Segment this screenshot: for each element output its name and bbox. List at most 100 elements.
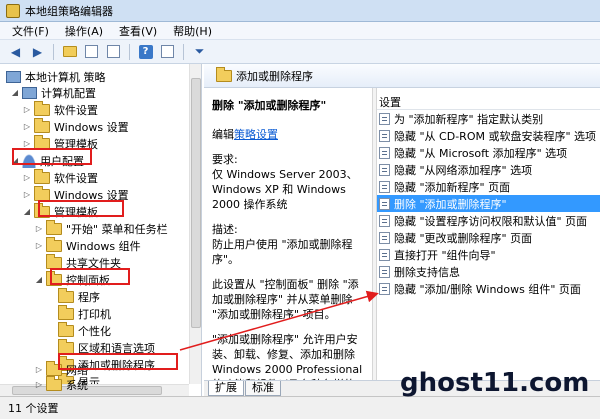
edit-policy-link[interactable]: 策略设置 bbox=[234, 128, 278, 141]
status-text: 11 个设置 bbox=[8, 402, 59, 415]
tab-extended[interactable]: 扩展 bbox=[208, 381, 244, 396]
tree-item-system-visible[interactable]: ▷ 系统 bbox=[34, 375, 88, 393]
expand-arrow-icon[interactable]: ▷ bbox=[22, 190, 32, 199]
tree-item-printers[interactable]: 打印机 bbox=[46, 304, 111, 322]
tree-item-local-computer-policy[interactable]: 本地计算机 策略 bbox=[4, 68, 106, 85]
expand-arrow-icon[interactable]: ▷ bbox=[22, 173, 32, 182]
policy-setting-icon bbox=[379, 129, 390, 142]
collapse-arrow-icon[interactable]: ◢ bbox=[10, 88, 20, 97]
policy-editor-app-icon bbox=[6, 3, 20, 18]
title-bar: 本地组策略编辑器 bbox=[0, 0, 600, 22]
details-header-title: 添加或删除程序 bbox=[236, 69, 313, 83]
description-para-2: "添加或删除程序" 允许用户安装、卸载、修复、添加和删除 Windows 200… bbox=[212, 333, 363, 380]
tree-item-user-software-settings[interactable]: ▷ 软件设置 bbox=[22, 168, 98, 186]
tree-vertical-scrollbar[interactable] bbox=[189, 64, 201, 384]
annotation-box-admin-templates bbox=[38, 200, 124, 217]
policy-setting-icon bbox=[379, 180, 390, 193]
folder-icon bbox=[34, 100, 50, 116]
policy-title: 删除 "添加或删除程序" bbox=[212, 99, 327, 112]
site-watermark: ghost11.com bbox=[400, 368, 590, 398]
details-header: 添加或删除程序 bbox=[204, 64, 600, 88]
back-arrow-icon[interactable]: ◀ bbox=[6, 42, 25, 61]
help-icon[interactable]: ? bbox=[136, 42, 155, 61]
settings-column-header[interactable]: 设置 bbox=[377, 88, 600, 110]
computer-policy-icon bbox=[6, 70, 21, 83]
list-item[interactable]: 直接打开 "组件向导" bbox=[377, 246, 600, 263]
export-list-icon[interactable] bbox=[104, 42, 123, 61]
collapse-arrow-icon[interactable]: ◢ bbox=[34, 275, 44, 284]
folder-icon bbox=[46, 253, 62, 269]
list-item[interactable]: 为 "添加新程序" 指定默认类别 bbox=[377, 110, 600, 127]
scroll-thumb[interactable] bbox=[191, 78, 201, 328]
up-folder-icon[interactable] bbox=[60, 42, 79, 61]
tree-item-windows-components[interactable]: ▷ Windows 组件 bbox=[34, 236, 141, 254]
expand-arrow-icon[interactable]: ▷ bbox=[34, 380, 44, 389]
policy-setting-icon bbox=[379, 163, 390, 176]
policy-description-pane: 删除 "添加或删除程序" 编辑策略设置 要求: 仅 Windows Server … bbox=[204, 88, 372, 380]
expand-arrow-icon[interactable]: ▷ bbox=[34, 365, 44, 374]
list-item[interactable]: 隐藏 "从网络添加程序" 选项 bbox=[377, 161, 600, 178]
tree-item-windows-settings[interactable]: ▷ Windows 设置 bbox=[22, 117, 129, 135]
folder-icon bbox=[46, 219, 62, 235]
toolbar: ◀ ▶ ? ⏷ bbox=[0, 40, 600, 64]
show-hide-tree-icon[interactable] bbox=[82, 42, 101, 61]
list-item[interactable]: 隐藏 "添加新程序" 页面 bbox=[377, 178, 600, 195]
menu-view[interactable]: 查看(V) bbox=[111, 23, 165, 39]
tree-horizontal-scrollbar[interactable] bbox=[0, 384, 189, 396]
forward-arrow-icon[interactable]: ▶ bbox=[28, 42, 47, 61]
folder-icon bbox=[58, 338, 74, 354]
policy-setting-icon bbox=[379, 146, 390, 159]
folder-icon bbox=[46, 375, 62, 391]
filter-icon[interactable]: ⏷ bbox=[190, 42, 209, 61]
expand-arrow-icon[interactable]: ▷ bbox=[34, 241, 44, 250]
toolbar-divider bbox=[183, 43, 184, 60]
edit-policy-line: 编辑策略设置 bbox=[212, 128, 278, 141]
tree-item-personalization[interactable]: 个性化 bbox=[46, 321, 111, 339]
properties-icon[interactable] bbox=[158, 42, 177, 61]
settings-list: 设置 为 "添加新程序" 指定默认类别 隐藏 "从 CD-ROM 或软盘安装程序… bbox=[377, 88, 600, 380]
list-item[interactable]: 隐藏 "更改或删除程序" 页面 bbox=[377, 229, 600, 246]
folder-icon bbox=[58, 287, 74, 303]
list-item[interactable]: 隐藏 "从 CD-ROM 或软盘安装程序" 选项 bbox=[377, 127, 600, 144]
annotation-box-add-remove-programs bbox=[58, 353, 178, 370]
policy-setting-icon bbox=[379, 214, 390, 227]
menu-file[interactable]: 文件(F) bbox=[4, 23, 57, 39]
annotation-box-control-panel bbox=[50, 268, 130, 285]
folder-icon bbox=[216, 66, 232, 82]
tree-item-software-settings[interactable]: ▷ 软件设置 bbox=[22, 100, 98, 118]
expand-arrow-icon[interactable]: ▷ bbox=[22, 105, 32, 114]
list-item-selected[interactable]: 删除 "添加或删除程序" bbox=[377, 195, 600, 212]
menu-bar: 文件(F) 操作(A) 查看(V) 帮助(H) bbox=[0, 22, 600, 40]
expand-arrow-icon[interactable]: ▷ bbox=[34, 224, 44, 233]
folder-icon bbox=[34, 117, 50, 133]
tree-item-programs[interactable]: 程序 bbox=[46, 287, 100, 305]
window-title: 本地组策略编辑器 bbox=[25, 4, 113, 18]
annotation-box-user-config bbox=[12, 148, 92, 165]
status-bar: 11 个设置 bbox=[0, 396, 600, 419]
description-block: 描述: 防止用户使用 "添加或删除程序"。 bbox=[212, 223, 353, 266]
toolbar-divider bbox=[53, 43, 54, 60]
folder-icon bbox=[34, 185, 50, 201]
menu-action[interactable]: 操作(A) bbox=[57, 23, 111, 39]
toolbar-divider bbox=[129, 43, 130, 60]
list-item[interactable]: 隐藏 "设置程序访问权限和默认值" 页面 bbox=[377, 212, 600, 229]
policy-setting-icon bbox=[379, 112, 390, 125]
navigation-tree: 本地计算机 策略 ◢ 计算机配置 ▷ 软件设置 ▷ Windows 设置 ▷ 管… bbox=[0, 64, 202, 396]
expand-arrow-icon[interactable]: ▷ bbox=[22, 139, 32, 148]
list-item[interactable]: 隐藏 "添加/删除 Windows 组件" 页面 bbox=[377, 280, 600, 297]
expand-arrow-icon[interactable]: ▷ bbox=[22, 122, 32, 131]
folder-icon bbox=[58, 321, 74, 337]
description-para-1: 此设置从 "控制面板" 删除 "添加或删除程序" 并从菜单删除 "添加或删除程序… bbox=[212, 278, 359, 321]
folder-icon bbox=[46, 236, 62, 252]
list-item[interactable]: 删除支持信息 bbox=[377, 263, 600, 280]
collapse-arrow-icon[interactable]: ◢ bbox=[22, 207, 32, 216]
tree-item-computer-config[interactable]: ◢ 计算机配置 bbox=[10, 84, 96, 101]
tab-standard[interactable]: 标准 bbox=[245, 381, 281, 396]
policy-setting-icon bbox=[379, 197, 390, 210]
policy-setting-icon bbox=[379, 248, 390, 261]
menu-help[interactable]: 帮助(H) bbox=[165, 23, 220, 39]
tree-item-start-menu-taskbar[interactable]: ▷ "开始" 菜单和任务栏 bbox=[34, 219, 168, 237]
list-item[interactable]: 隐藏 "从 Microsoft 添加程序" 选项 bbox=[377, 144, 600, 161]
policy-setting-icon bbox=[379, 282, 390, 295]
requirements-block: 要求: 仅 Windows Server 2003、Windows XP 和 Wi… bbox=[212, 153, 358, 211]
